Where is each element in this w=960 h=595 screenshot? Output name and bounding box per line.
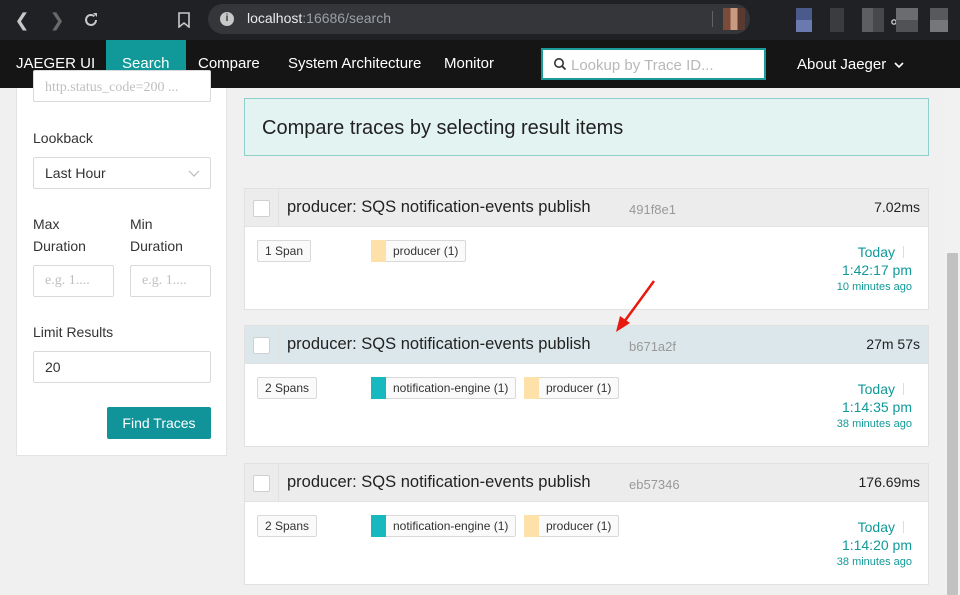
back-icon[interactable]: ❮ <box>10 8 34 32</box>
trace-duration: 176.69ms <box>858 474 920 490</box>
service-color-swatch <box>371 377 386 399</box>
extension-icon[interactable] <box>830 8 844 32</box>
trace-timestamp: Today 1:14:20 pm 38 minutes ago <box>837 518 912 570</box>
about-jaeger-label: About Jaeger <box>797 56 887 73</box>
service-tag: notification-engine (1) <box>371 515 517 537</box>
search-icon <box>554 58 567 71</box>
bookmark-icon[interactable] <box>172 8 196 32</box>
service-tag-label: notification-engine (1) <box>393 519 509 533</box>
address-bar[interactable]: i localhost:16686/search <box>208 4 906 34</box>
url-path: :16686/search <box>302 10 391 26</box>
trace-time: 1:14:20 pm <box>841 537 912 553</box>
url-text: localhost:16686/search <box>247 10 391 26</box>
nav-monitor[interactable]: Monitor <box>428 40 510 88</box>
search-form-panel: http.status_code=200 ... Lookback Last H… <box>16 70 227 456</box>
max-duration-label: Max Duration <box>33 216 86 254</box>
extension-icon[interactable] <box>796 8 812 32</box>
trace-timestamp: Today 1:42:17 pm 10 minutes ago <box>837 243 912 295</box>
trace-header[interactable]: producer: SQS notification-events publis… <box>245 464 928 502</box>
find-traces-button[interactable]: Find Traces <box>107 407 211 439</box>
trace-relative-time: 38 minutes ago <box>836 418 912 430</box>
trace-result-item[interactable]: producer: SQS notification-events publis… <box>244 463 929 585</box>
trace-time: 1:42:17 pm <box>841 262 912 278</box>
trace-duration: 7.02ms <box>874 199 920 215</box>
trace-header[interactable]: producer: SQS notification-events publis… <box>245 326 928 364</box>
divider <box>712 11 713 27</box>
trace-title[interactable]: producer: SQS notification-events publis… <box>287 335 591 354</box>
browser-toolbar: ❮ ❯ i localhost:16686/search <box>0 0 960 40</box>
extension-icon[interactable] <box>723 8 745 30</box>
forward-icon[interactable]: ❯ <box>45 8 69 32</box>
service-color-swatch <box>371 240 386 262</box>
nav-system-architecture[interactable]: System Architecture <box>272 40 437 88</box>
service-color-swatch <box>524 377 539 399</box>
service-tag: notification-engine (1) <box>371 377 517 399</box>
limit-results-label: Limit Results <box>33 324 114 340</box>
scrollbar-thumb[interactable] <box>947 253 958 595</box>
trace-day: Today <box>857 244 895 260</box>
min-duration-placeholder: e.g. 1.... <box>142 273 187 288</box>
trace-time: 1:14:35 pm <box>841 399 912 415</box>
trace-headline[interactable]: producer: SQS notification-events publis… <box>278 326 928 364</box>
service-tag: producer (1) <box>524 377 620 399</box>
extension-icon[interactable] <box>930 8 948 32</box>
service-color-swatch <box>524 515 539 537</box>
span-count-tag: 2 Spans <box>257 377 318 399</box>
service-tag-label: producer (1) <box>393 244 459 258</box>
trace-title[interactable]: producer: SQS notification-events publis… <box>287 473 591 492</box>
annotation-arrow-icon <box>616 280 656 332</box>
compare-checkbox[interactable] <box>253 337 270 354</box>
trace-result-item[interactable]: producer: SQS notification-events publis… <box>244 325 929 447</box>
trace-id: b671a2f <box>629 339 676 354</box>
trace-title[interactable]: producer: SQS notification-events publis… <box>287 198 591 217</box>
service-tag: producer (1) <box>524 515 620 537</box>
limit-results-value: 20 <box>45 359 61 375</box>
trace-day: Today <box>857 519 895 535</box>
trace-duration: 27m 57s <box>866 336 920 352</box>
page-scrollbar[interactable] <box>945 88 960 595</box>
trace-result-item[interactable]: producer: SQS notification-events publis… <box>244 188 929 310</box>
min-duration-input[interactable]: e.g. 1.... <box>130 265 211 297</box>
url-host: localhost <box>247 10 303 26</box>
service-tag: producer (1) <box>371 240 467 262</box>
chevron-down-icon <box>894 62 904 69</box>
service-tag-label: notification-engine (1) <box>393 381 509 395</box>
trace-headline[interactable]: producer: SQS notification-events publis… <box>278 189 928 227</box>
about-jaeger-menu[interactable]: About Jaeger <box>797 56 904 73</box>
chevron-down-icon <box>188 170 200 177</box>
trace-relative-time: 38 minutes ago <box>836 556 912 568</box>
lookback-select[interactable]: Last Hour <box>33 157 211 189</box>
trace-relative-time: 10 minutes ago <box>836 281 912 293</box>
compare-banner: Compare traces by selecting result items <box>244 98 929 156</box>
extension-icon[interactable] <box>862 8 884 32</box>
max-duration-input[interactable]: e.g. 1.... <box>33 265 114 297</box>
compare-banner-text: Compare traces by selecting result items <box>262 117 624 139</box>
service-tag-label: producer (1) <box>546 519 612 533</box>
compare-checkbox[interactable] <box>253 475 270 492</box>
service-color-swatch <box>371 515 386 537</box>
limit-results-input[interactable]: 20 <box>33 351 211 383</box>
min-duration-label: Min Duration <box>130 216 183 254</box>
service-tag-label: producer (1) <box>546 381 612 395</box>
trace-id-input[interactable] <box>571 55 751 75</box>
trace-id: 491f8e1 <box>629 202 676 217</box>
max-duration-placeholder: e.g. 1.... <box>45 273 90 288</box>
trace-id-lookup[interactable] <box>542 49 765 79</box>
lookback-label: Lookback <box>33 130 93 146</box>
site-info-icon[interactable]: i <box>220 12 234 26</box>
extension-icon[interactable] <box>896 8 918 32</box>
trace-day: Today <box>857 381 895 397</box>
compare-checkbox[interactable] <box>253 200 270 217</box>
trace-headline[interactable]: producer: SQS notification-events publis… <box>278 464 928 502</box>
lookback-value: Last Hour <box>45 165 106 181</box>
tags-input[interactable]: http.status_code=200 ... <box>33 70 211 102</box>
trace-timestamp: Today 1:14:35 pm 38 minutes ago <box>837 380 912 432</box>
tags-placeholder: http.status_code=200 ... <box>45 80 179 95</box>
trace-header[interactable]: producer: SQS notification-events publis… <box>245 189 928 227</box>
reload-icon[interactable] <box>79 8 103 32</box>
span-count-tag: 1 Span <box>257 240 312 262</box>
span-count-tag: 2 Spans <box>257 515 318 537</box>
trace-id: eb57346 <box>629 477 680 492</box>
